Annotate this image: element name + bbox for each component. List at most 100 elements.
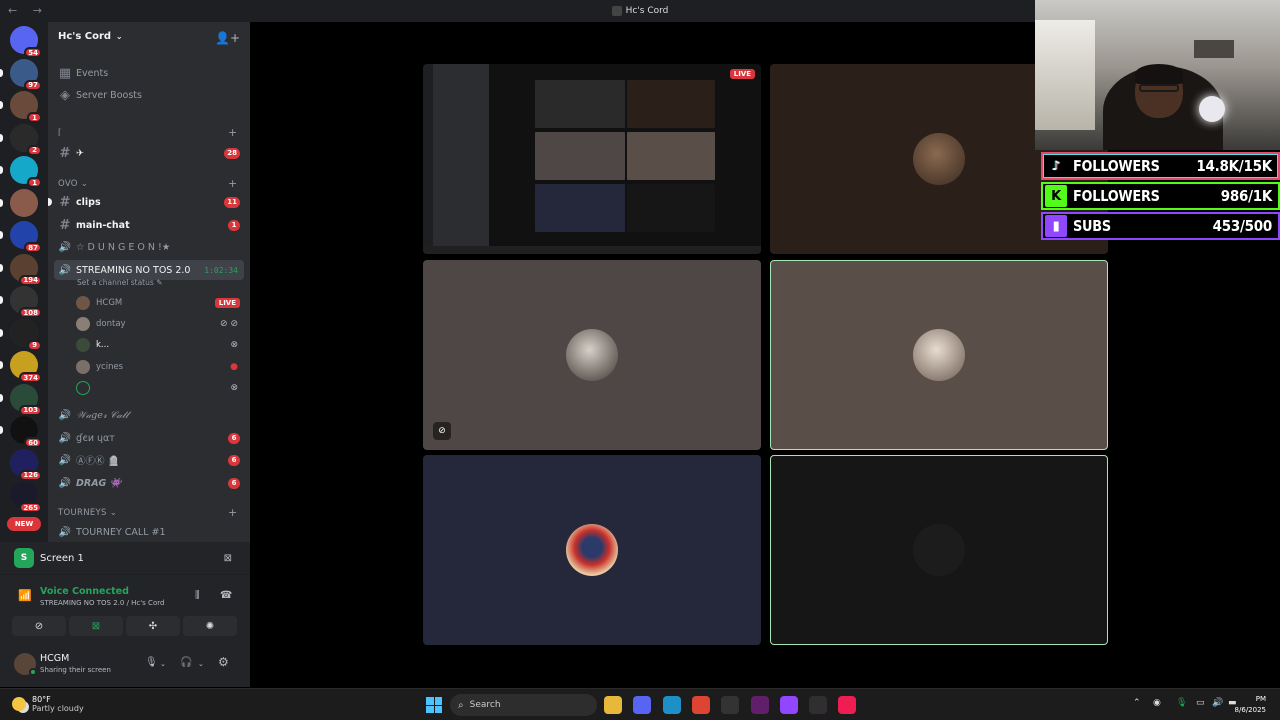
taskbar-search[interactable]: ⌕ Search [450, 694, 597, 716]
voice-channel-drag[interactable]: 🔊 DRAG 👾 6 [54, 473, 244, 493]
server-icon[interactable]: 87 [10, 221, 42, 253]
add-channel-icon[interactable]: + [228, 177, 238, 190]
noise-suppression-icon[interactable]: ⫼ [195, 590, 200, 601]
server-icon[interactable]: 1 [10, 156, 42, 188]
channel-name: 𝒲𝒶𝑔𝑒𝓇 𝒞𝒶𝓁𝓁 [76, 409, 129, 421]
disconnect-icon[interactable]: ☎ [220, 590, 232, 601]
edge-icon[interactable] [662, 696, 681, 714]
voice-channel-afk[interactable]: 🔊 ⒶⒻⓀ 🪦 6 [54, 450, 244, 470]
channel-airplane[interactable]: # ✈ 28 [54, 143, 244, 163]
server-icon[interactable]: 103 [10, 383, 42, 416]
channel-name: main-chat [76, 219, 130, 231]
twitch-icon[interactable] [779, 696, 798, 714]
voice-channel-dungeon[interactable]: 🔊 ☆ D U N G E O N !★ [54, 237, 244, 257]
category-tourneys[interactable]: TOURNEYS ⌄ + [58, 506, 237, 519]
server-name-header[interactable]: Hc's Cord ⌄ [58, 31, 123, 42]
avatar [76, 317, 90, 331]
discord-icon[interactable] [633, 696, 652, 714]
share-screen-button[interactable]: ⊠ [69, 616, 123, 636]
voice-channel-tourney[interactable]: 🔊 TOURNEY CALL #1 [54, 522, 244, 542]
microphone-icon[interactable]: 🎙 [145, 657, 158, 668]
participant-tile-speaking[interactable] [770, 260, 1108, 450]
participant-tile-speaking[interactable] [770, 455, 1108, 645]
nav-arrows[interactable]: ← → [8, 4, 48, 17]
slack-icon[interactable] [750, 696, 769, 714]
obs-icon[interactable] [809, 696, 828, 714]
voice-channel-streaming[interactable]: 🔊 STREAMING NO TOS 2.0 1:02:34 [54, 260, 244, 280]
server-icon[interactable]: 9 [10, 318, 42, 351]
add-channel-icon[interactable]: + [228, 126, 238, 139]
search-icon: ⌕ [458, 699, 464, 711]
headphones-icon[interactable]: 🎧 [180, 657, 192, 668]
stream-tile[interactable]: LIVE [423, 64, 761, 254]
soundboard-button[interactable]: ✺ [183, 616, 237, 636]
avatar [76, 338, 90, 352]
unread-indicator [0, 231, 3, 239]
windows-taskbar: 80°F Partly cloudy ⌕ Search ⌃ ◉ 🎙 ▭ 🔊 ▬ PM… [0, 688, 1280, 720]
server-icon[interactable]: 265 [10, 481, 42, 513]
mention-badge: 6 [228, 432, 240, 444]
stat-value: 986/1K [1220, 187, 1273, 205]
server-icon[interactable]: 1 [10, 91, 42, 123]
server-icon[interactable]: 126 [10, 448, 42, 481]
display-icon[interactable]: ▭ [1196, 698, 1205, 708]
participant-tile[interactable]: ⊘ [423, 260, 761, 450]
preview-tile [535, 80, 625, 128]
voice-user[interactable]: k... ⊗ [76, 335, 244, 355]
add-channel-icon[interactable]: + [228, 506, 238, 519]
tiktok-icon: ♪ [1052, 158, 1060, 174]
new-servers-badge[interactable]: NEW [7, 517, 41, 531]
voice-channel-gen[interactable]: 🔊 ɠєи ɥαт 6 [54, 428, 244, 448]
channel-name: STREAMING NO TOS 2.0 [76, 264, 191, 276]
notification-badge: 54 [24, 47, 42, 58]
chrome-icon[interactable] [691, 696, 710, 714]
signal-icon[interactable]: 📶 [18, 589, 32, 602]
clock-time: PM [1255, 695, 1266, 703]
unread-indicator [0, 68, 3, 77]
system-clock[interactable]: PM 8/6/2025 [1235, 694, 1266, 716]
file-explorer-icon[interactable] [604, 696, 622, 714]
stop-stream-icon[interactable]: ⊠ [224, 553, 232, 564]
app-tray-icon[interactable]: ◉ [1153, 698, 1161, 708]
mention-badge: 28 [224, 147, 240, 159]
events-item[interactable]: ▦ Events [54, 63, 244, 83]
channel-status[interactable]: Set a channel status ✎ [77, 278, 162, 287]
twitch-subs-goal: ▮ SUBS 453/500 [1041, 212, 1280, 240]
tiktok-icon[interactable] [838, 696, 857, 714]
chevron-down-icon[interactable]: ⌄ [160, 660, 166, 668]
server-icon[interactable]: 2 [10, 123, 42, 156]
screen-share-icon: S [14, 548, 34, 568]
voice-connected-label[interactable]: Voice Connected [40, 586, 129, 597]
server-icon[interactable]: 194 [10, 253, 42, 286]
server-icon[interactable]: 54 [10, 26, 42, 58]
invite-people-icon[interactable]: 👤+ [215, 31, 240, 45]
speaker-icon[interactable]: 🔊 [1212, 698, 1223, 708]
start-button[interactable] [426, 697, 442, 713]
server-boosts-item[interactable]: ◈ Server Boosts [54, 85, 244, 105]
voice-user[interactable]: ycines ● [76, 357, 244, 377]
gear-icon[interactable]: ⚙ [218, 655, 229, 669]
category-ovo[interactable]: OVO ⌄ + [58, 177, 237, 190]
voice-user[interactable]: HCGM LIVE [76, 293, 244, 313]
camera-off-button[interactable]: ⊘ [12, 616, 66, 636]
voice-user[interactable]: dontay ⊘ ⊘ [76, 314, 244, 334]
weather-widget[interactable]: 80°F Partly cloudy [12, 695, 84, 713]
voice-user[interactable]: ⊗ [76, 378, 244, 398]
server-icon[interactable]: 108 [10, 286, 42, 318]
server-icon[interactable] [10, 188, 38, 217]
server-icon[interactable]: 374 [10, 351, 42, 383]
voice-channel-wager[interactable]: 🔊 𝒲𝒶𝑔𝑒𝓇 𝒞𝒶𝓁𝓁 [54, 405, 244, 425]
chevron-up-icon[interactable]: ⌃ [1133, 698, 1141, 708]
participant-tile[interactable] [423, 455, 761, 645]
activities-button[interactable]: ✣ [126, 616, 180, 636]
microphone-icon[interactable]: 🎙 [1176, 698, 1187, 708]
server-icon[interactable]: 60 [10, 416, 42, 448]
channel-main-chat[interactable]: # main-chat 1 [54, 215, 244, 235]
server-icon[interactable]: 97 [10, 58, 42, 91]
media-player-icon[interactable] [721, 696, 740, 714]
channel-clips[interactable]: # clips 11 [48, 192, 244, 212]
avatar[interactable] [14, 653, 37, 676]
category-unnamed[interactable]: ⌈ + [58, 126, 237, 139]
account-name: HCGM [40, 653, 70, 664]
chevron-down-icon[interactable]: ⌄ [198, 660, 204, 668]
